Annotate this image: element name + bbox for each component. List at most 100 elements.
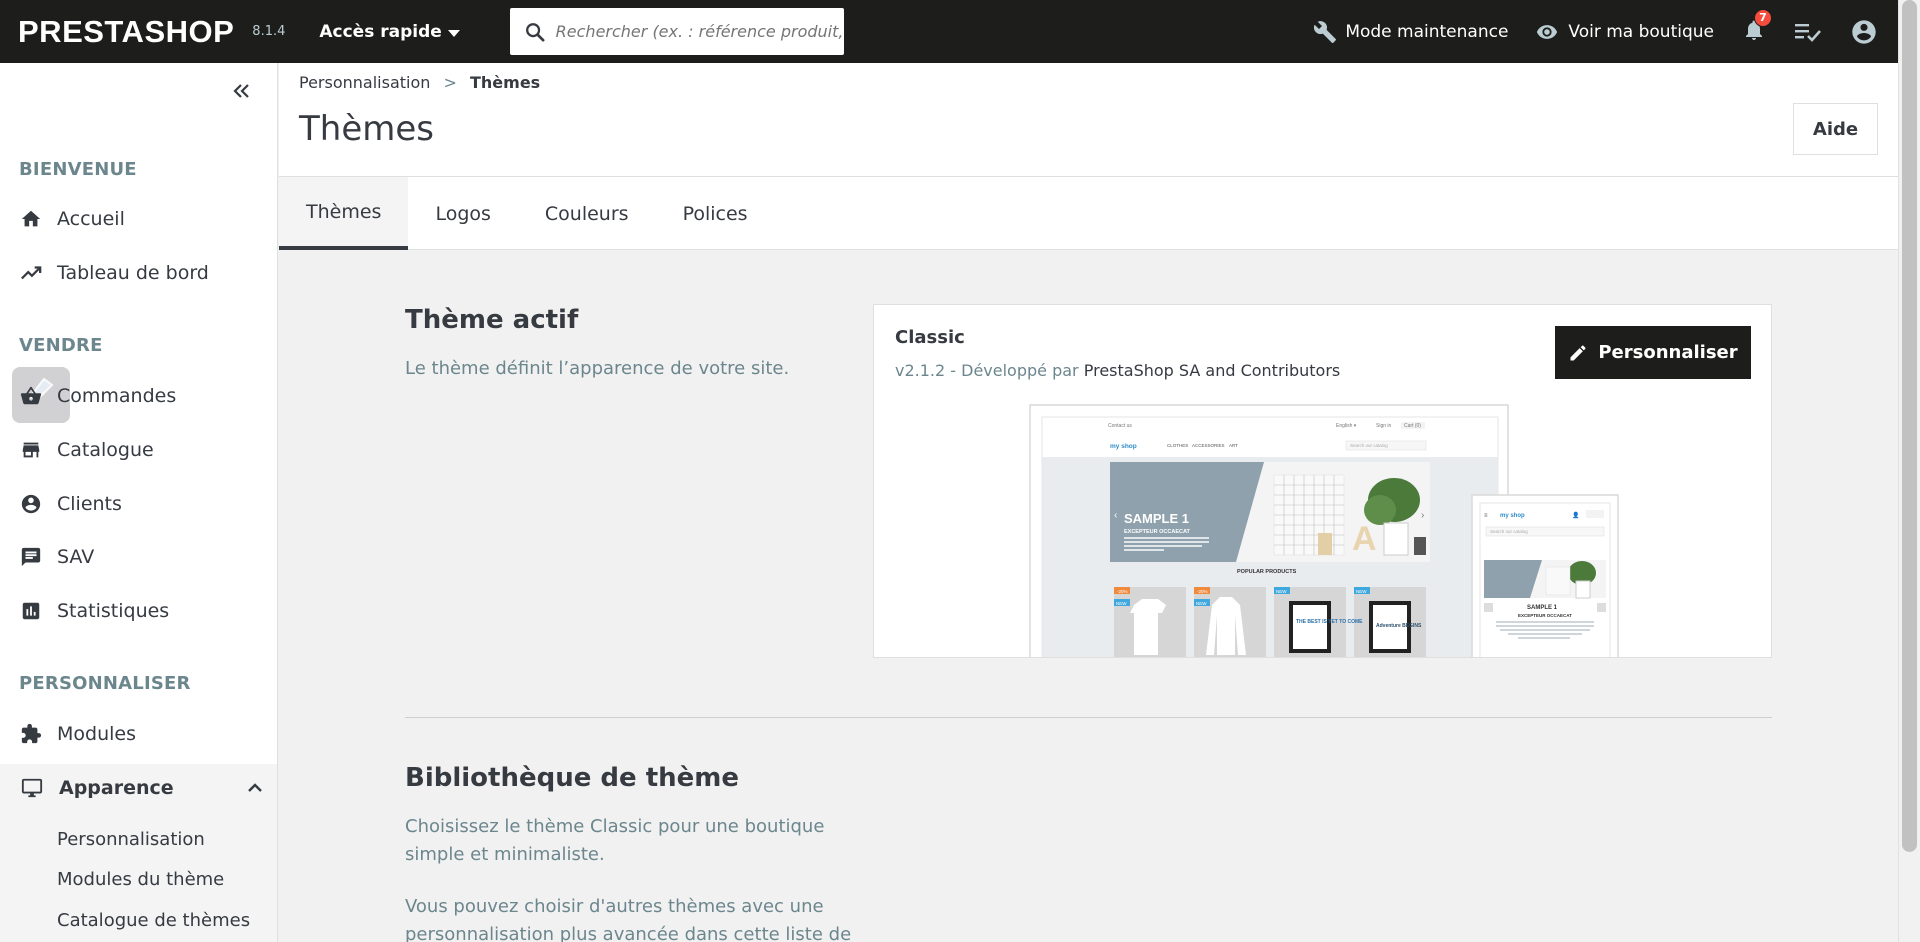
sidebar-item-stats[interactable]: Statistiques <box>0 587 277 635</box>
tasks-button[interactable] <box>1794 20 1822 44</box>
chevron-up-icon <box>248 783 262 792</box>
preview-cart: Cart (0) <box>1404 423 1421 429</box>
section-welcome: BIENVENUE <box>19 159 137 180</box>
preview-mobile-shop-name: my shop <box>1500 513 1525 519</box>
breadcrumb-parent[interactable]: Personnalisation <box>299 73 430 92</box>
breadcrumb: Personnalisation > Thèmes <box>299 73 540 92</box>
page-scrollbar[interactable] <box>1898 0 1920 942</box>
theme-library-heading: Bibliothèque de thème <box>405 763 740 793</box>
header-search[interactable] <box>509 8 844 55</box>
help-button[interactable]: Aide <box>1793 103 1878 155</box>
preview-tag-2: -20% <box>1197 589 1208 594</box>
sidebar-item-label: Apparence <box>59 777 174 799</box>
library-desc-2a: Vous pouvez choisir d'autres thèmes avec… <box>405 896 824 917</box>
theme-preview-image: Contact us English ▾ Sign in Cart (0) my… <box>1029 404 1619 657</box>
sidebar-item-home[interactable]: Accueil <box>0 195 277 243</box>
preview-search: Search our catalog <box>1350 443 1388 448</box>
sidebar-item-appearance[interactable]: Apparence <box>0 764 277 812</box>
double-chevron-left-icon <box>233 84 249 98</box>
sidebar-item-customers[interactable]: Clients <box>0 480 277 528</box>
notifications-button[interactable]: 7 <box>1742 8 1772 47</box>
tab-themes[interactable]: Thèmes <box>279 177 409 250</box>
preview-poster-2: Adventure BEGINS <box>1376 623 1422 629</box>
submenu-theme-modules[interactable]: Modules du thème <box>57 869 224 890</box>
scrollbar-thumb[interactable] <box>1902 0 1917 852</box>
monitor-icon <box>21 778 43 798</box>
preview-tag-3: NEW <box>1276 589 1287 594</box>
chat-icon <box>21 547 41 567</box>
wrench-icon <box>1314 20 1337 43</box>
sidebar-item-label: Commandes <box>57 385 177 407</box>
account-circle-icon <box>1852 19 1876 44</box>
preview-nav-2: ACCESSORIES <box>1192 443 1225 448</box>
breadcrumb-separator: > <box>443 73 457 92</box>
preview-nav-1: CLOTHES <box>1167 443 1188 448</box>
submenu-theme-catalog[interactable]: Catalogue de thèmes <box>57 910 250 931</box>
search-input[interactable] <box>555 22 844 41</box>
sidebar-item-label: Statistiques <box>57 600 170 622</box>
store-icon <box>22 442 40 458</box>
submenu-personalization[interactable]: Personnalisation <box>57 829 205 850</box>
preview-tag-new-2: NEW <box>1196 601 1207 606</box>
sidebar-item-catalog[interactable]: Catalogue <box>0 426 277 474</box>
svg-text:A: A <box>1352 520 1377 558</box>
preview-sign-in: Sign in <box>1376 423 1392 429</box>
user-account-button[interactable] <box>1850 18 1878 46</box>
preview-nav-3: ART <box>1229 443 1238 448</box>
sidebar-item-dashboard[interactable]: Tableau de bord <box>0 249 277 297</box>
sidebar-item-label: Accueil <box>57 208 125 230</box>
page-header: Personnalisation > Thèmes Thèmes Aide <box>279 63 1898 177</box>
preview-tag-4: NEW <box>1356 589 1367 594</box>
preview-slide-title: SAMPLE 1 <box>1124 511 1189 526</box>
preview-mobile-slide-subtitle: EXCEPTEUR OCCAECAT <box>1518 613 1572 618</box>
sidebar-item-support[interactable]: SAV <box>0 533 277 581</box>
tab-logos[interactable]: Logos <box>408 177 517 250</box>
basket-icon <box>20 386 42 405</box>
preview-poster-1: THE BEST IS YET TO COME <box>1296 619 1363 625</box>
library-desc-1b: simple et minimaliste. <box>405 844 605 865</box>
tab-colors[interactable]: Couleurs <box>518 177 656 250</box>
sidebar-item-label: Catalogue <box>57 439 154 461</box>
sidebar-item-modules[interactable]: Modules <box>0 710 277 758</box>
breadcrumb-current: Thèmes <box>469 73 541 92</box>
header-actions: Mode maintenance Voir ma boutique 7 <box>1287 0 1878 63</box>
quick-access-menu[interactable]: Accès rapide <box>319 21 460 42</box>
sidebar: BIENVENUE Accueil Tableau de bord VENDRE… <box>0 63 278 942</box>
page-title: Thèmes <box>299 109 434 149</box>
active-theme-heading: Thème actif <box>405 305 579 335</box>
top-header: PRESTASHOP 8.1.4 Accès rapide Mode maint… <box>0 0 1898 63</box>
sidebar-item-label: Tableau de bord <box>57 262 209 284</box>
preview-contact: Contact us <box>1108 423 1132 429</box>
preview-language: English ▾ <box>1336 423 1357 429</box>
quick-access-label: Accès rapide <box>319 21 442 42</box>
home-icon <box>21 210 41 227</box>
library-desc-2b: personnalisation plus avancée dans cette… <box>405 924 852 942</box>
active-theme-description: Le thème définit l’apparence de votre si… <box>405 358 790 379</box>
maintenance-label: Mode maintenance <box>1345 21 1509 42</box>
view-shop-label: Voir ma boutique <box>1568 21 1714 42</box>
puzzle-icon <box>21 723 42 744</box>
section-customize: PERSONNALISER <box>19 673 191 694</box>
bar-chart-icon <box>22 602 40 620</box>
prestashop-logo[interactable]: PRESTASHOP <box>18 14 234 50</box>
preview-mobile-slide-title: SAMPLE 1 <box>1527 605 1558 611</box>
sidebar-item-label: Clients <box>57 493 122 515</box>
svg-text:≡: ≡ <box>1484 513 1488 519</box>
eye-icon <box>1537 24 1558 39</box>
preview-mobile-search: Search our catalog <box>1490 529 1528 534</box>
view-shop-link[interactable]: Voir ma boutique <box>1534 21 1714 43</box>
preview-tag-1: -20% <box>1117 589 1128 594</box>
preview-shop-name: my shop <box>1110 443 1137 450</box>
tab-bar: Thèmes Logos Couleurs Polices <box>279 177 1898 250</box>
svg-text:👤: 👤 <box>1572 511 1579 519</box>
section-sell: VENDRE <box>19 335 103 356</box>
main-content: Thème actif Le thème définit l’apparence… <box>279 251 1898 942</box>
section-divider <box>405 717 1772 718</box>
preview-tag-new-1: NEW <box>1116 601 1127 606</box>
notification-count-badge: 7 <box>1754 8 1772 27</box>
maintenance-mode-link[interactable]: Mode maintenance <box>1313 20 1508 44</box>
svg-text:‹: ‹ <box>1114 510 1117 521</box>
tab-fonts[interactable]: Polices <box>656 177 775 250</box>
library-desc-1a: Choisissez le thème Classic pour une bou… <box>405 816 825 837</box>
collapse-sidebar-button[interactable] <box>231 81 251 105</box>
